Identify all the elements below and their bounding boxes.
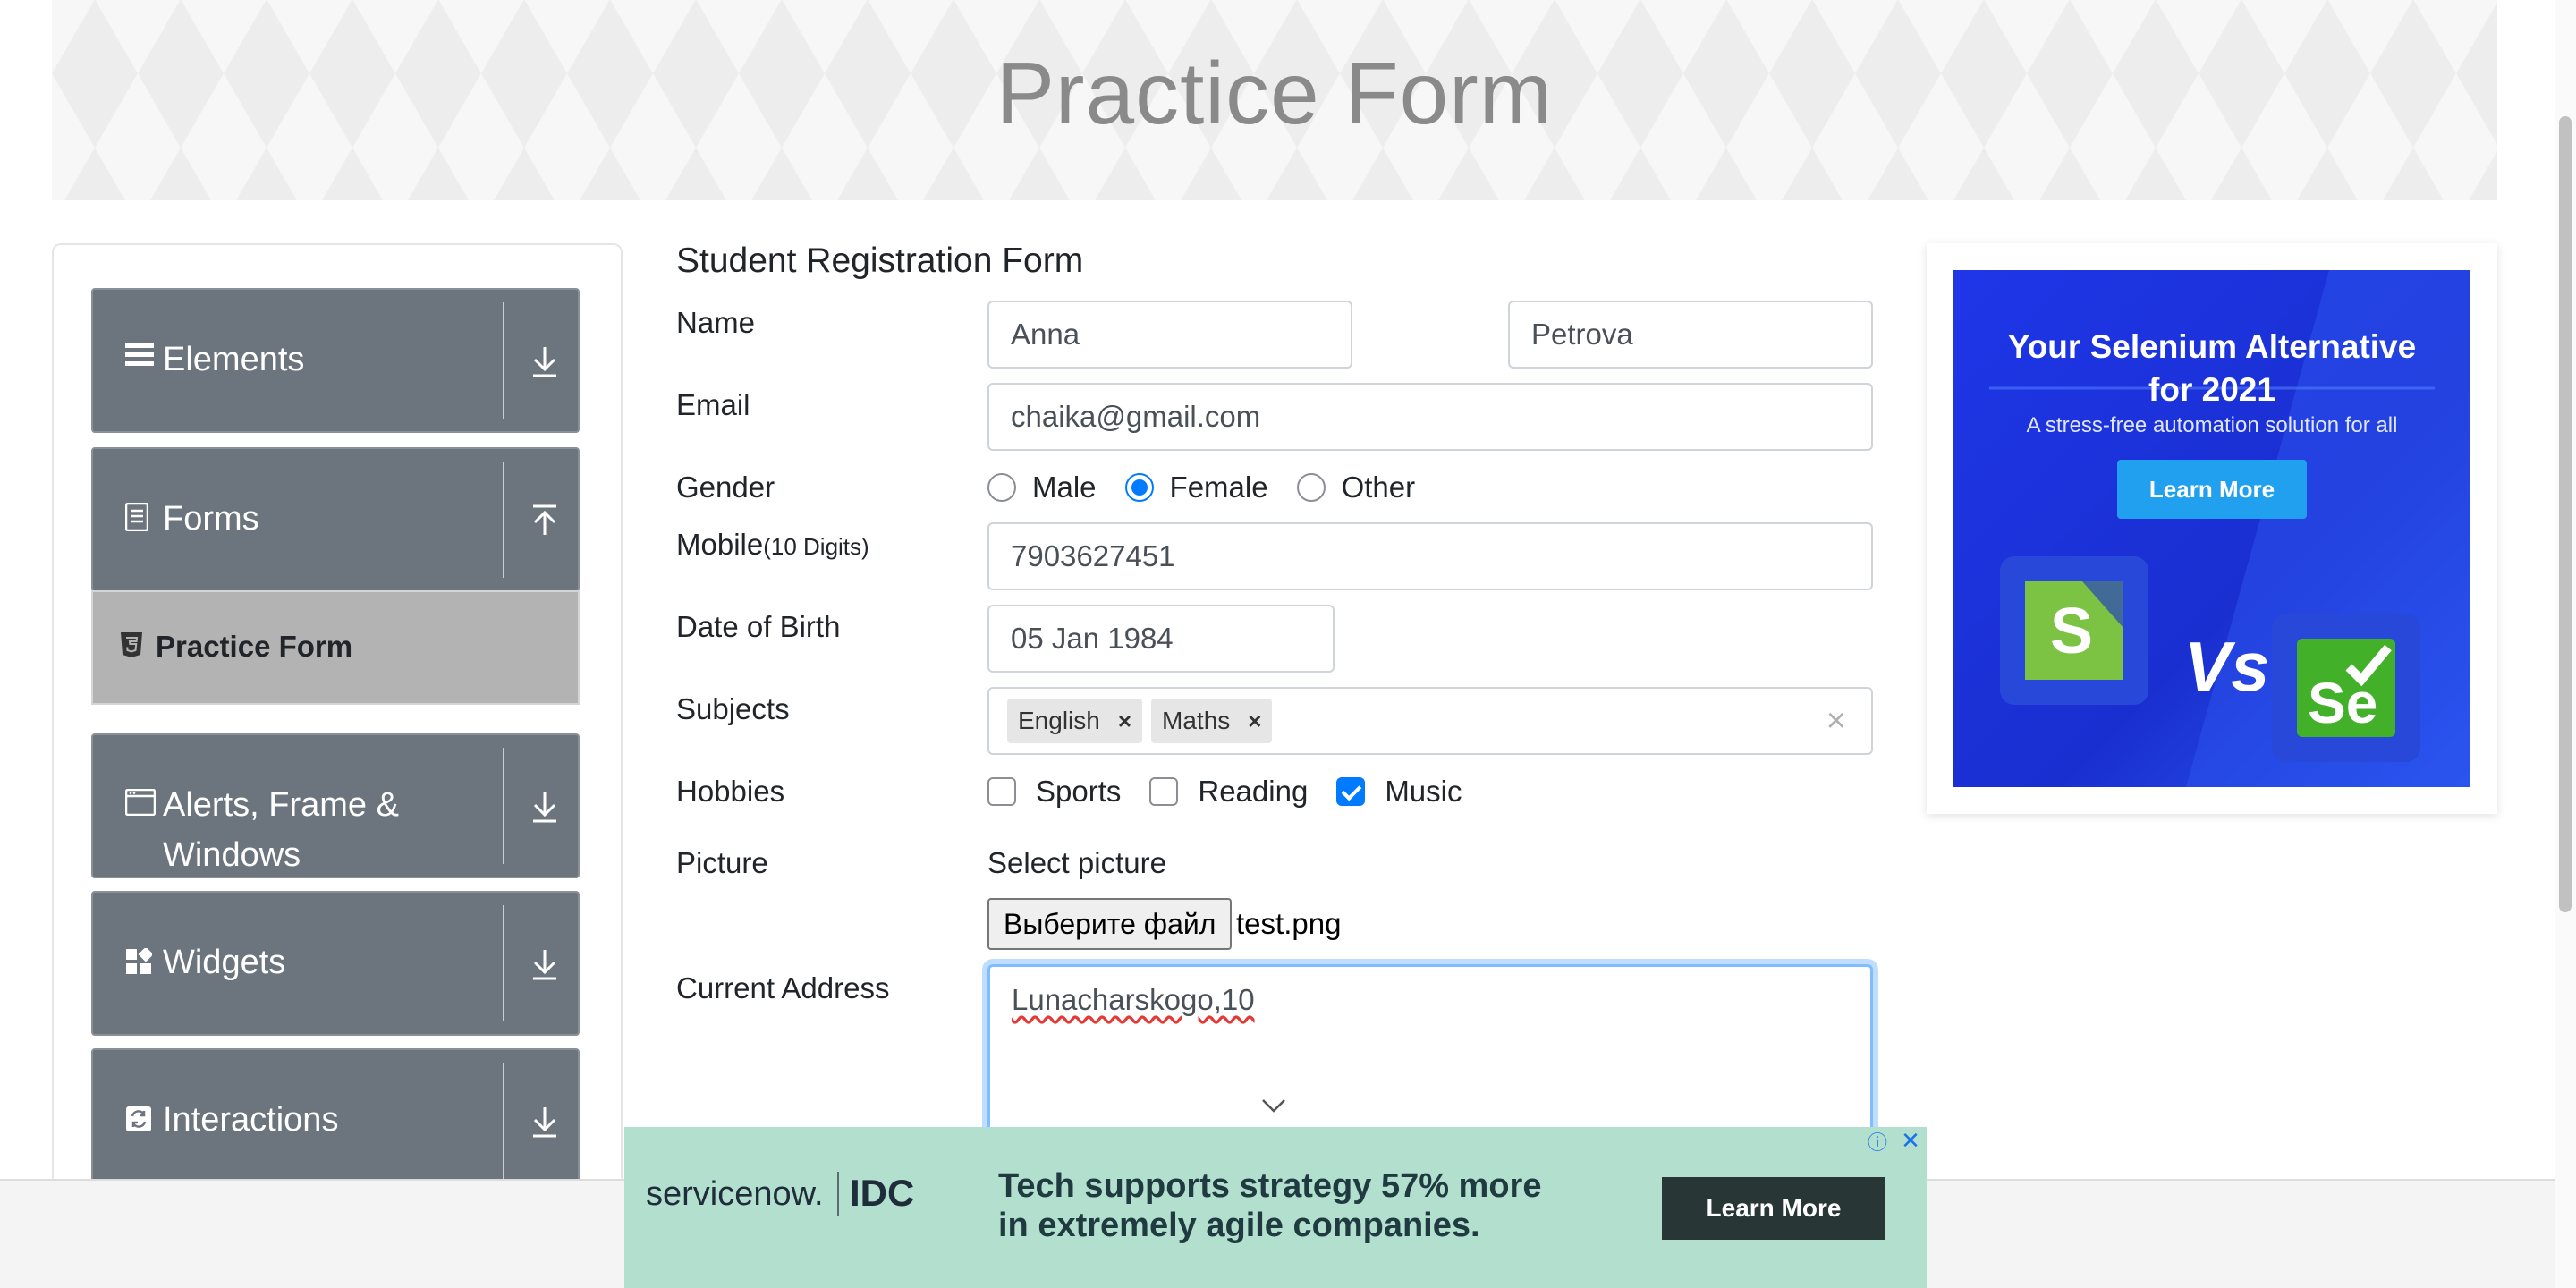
ad-headline: Your Selenium Alternative for 2021: [2007, 328, 2417, 408]
sidebar-advertisement[interactable]: Your Selenium Alternative for 2021 A stre…: [1927, 243, 2497, 814]
page-title: Practice Form: [996, 44, 1554, 142]
current-address-label: Current Address: [676, 971, 890, 1004]
sidebar-group-label: Alerts, Frame & Windows: [163, 786, 399, 874]
hobby-option-reading[interactable]: Reading: [1149, 775, 1308, 809]
subject-tag: English ×: [1007, 699, 1143, 743]
html5-icon: [120, 631, 143, 658]
name-label: Name: [676, 306, 756, 339]
ad-learn-more-button[interactable]: Learn More: [2117, 460, 2307, 519]
mobile-input[interactable]: 7903627451: [987, 522, 1873, 590]
subjects-label: Subjects: [676, 692, 790, 725]
widgets-icon: [125, 946, 154, 982]
ad-brand-logo: servicenow.: [646, 1175, 824, 1213]
radio-button[interactable]: [1124, 473, 1154, 502]
checkbox[interactable]: [987, 777, 1016, 806]
upload-icon: [524, 501, 565, 542]
sidebar-group-label: Elements: [163, 341, 305, 378]
gender-radio-group: Male Female Other: [987, 465, 1444, 510]
katalon-logo-icon: S: [2000, 556, 2148, 705]
ad-close-icon[interactable]: ✕: [1896, 1127, 1925, 1156]
sidebar-group-label: Forms: [163, 500, 259, 538]
checkbox[interactable]: [1336, 777, 1366, 806]
download-icon: [524, 787, 565, 828]
bottom-advertisement[interactable]: servicenow. IDC Tech supports strategy 5…: [624, 1127, 1927, 1288]
email-input[interactable]: chaika@gmail.com: [987, 383, 1873, 451]
radio-button[interactable]: [987, 473, 1016, 502]
hobby-option-music[interactable]: Music: [1336, 775, 1462, 809]
gender-option-male[interactable]: Male: [987, 470, 1097, 504]
ad-bottom-text: Tech supports strategy 57% more in extrem…: [998, 1167, 1542, 1244]
sidebar-group-label: Interactions: [163, 1101, 339, 1139]
subject-tag: Maths ×: [1151, 699, 1273, 743]
sidebar-group-widgets[interactable]: Widgets: [91, 891, 580, 1036]
svg-text:S: S: [2050, 596, 2093, 667]
ad-subtitle: A stress-free automation solution for al…: [2026, 413, 2398, 437]
subjects-input[interactable]: English × Maths × ×: [987, 687, 1873, 755]
ad-info-icon[interactable]: ⓘ: [1868, 1127, 1896, 1156]
sidebar-item-label: Practice Form: [156, 630, 353, 663]
mobile-label: Mobile(10 Digits): [676, 528, 869, 561]
sidebar-group-alerts-frame-windows[interactable]: Alerts, Frame & Windows: [91, 733, 580, 878]
chevron-down-icon[interactable]: [1259, 1097, 1288, 1119]
date-of-birth-input[interactable]: 05 Jan 1984: [987, 605, 1335, 673]
hamburger-icon: [125, 340, 154, 376]
window-icon: [124, 788, 157, 823]
first-name-input[interactable]: Anna: [987, 301, 1352, 369]
date-of-birth-label: Date of Birth: [676, 610, 841, 643]
select-picture-label: Select picture: [987, 846, 1166, 879]
picture-label: Picture: [676, 846, 768, 879]
download-icon: [524, 342, 565, 383]
radio-button[interactable]: [1296, 473, 1326, 502]
form-title: Student Registration Form: [676, 242, 1084, 280]
scrollbar-thumb[interactable]: [2559, 116, 2572, 912]
selected-file-name: test.png: [1236, 907, 1342, 940]
remove-tag-icon[interactable]: ×: [1118, 689, 1131, 753]
ad-bottom-learn-more-button[interactable]: Learn More: [1662, 1177, 1885, 1240]
page-scrollbar[interactable]: [2555, 0, 2576, 1288]
sidebar-group-forms[interactable]: Forms: [91, 447, 580, 592]
interactions-icon: [125, 1106, 152, 1140]
download-icon: [524, 945, 565, 986]
document-icon: [124, 502, 149, 538]
versus-text: Vs: [2184, 627, 2270, 706]
gender-option-other[interactable]: Other: [1296, 470, 1415, 504]
hobbies-label: Hobbies: [676, 775, 785, 808]
remove-tag-icon[interactable]: ×: [1248, 689, 1261, 753]
ad-brand-logo-idc: IDC: [850, 1172, 915, 1214]
download-icon: [524, 1102, 565, 1143]
email-label: Email: [676, 388, 750, 421]
clear-subjects-icon[interactable]: ×: [1826, 689, 1846, 753]
hobby-option-sports[interactable]: Sports: [987, 775, 1121, 809]
hobbies-checkbox-group: Sports Reading Music: [987, 769, 1491, 814]
sidebar-group-label: Widgets: [163, 944, 286, 981]
left-navigation-panel: Elements Forms Practice Form Alerts, Fra…: [52, 243, 623, 1288]
page-banner: Practice Form: [52, 0, 2497, 200]
selenium-logo-icon: Se: [2272, 614, 2420, 762]
svg-text:Se: Se: [2308, 671, 2377, 735]
gender-option-female[interactable]: Female: [1124, 470, 1268, 504]
sidebar-item-practice-form[interactable]: Practice Form: [91, 590, 580, 705]
choose-file-button[interactable]: Выберите файл: [987, 898, 1233, 950]
sidebar-group-elements[interactable]: Elements: [91, 288, 580, 433]
checkbox[interactable]: [1149, 777, 1179, 806]
current-address-textarea[interactable]: Lunacharskogo,10: [987, 964, 1873, 1143]
last-name-input[interactable]: Petrova: [1508, 301, 1873, 369]
gender-label: Gender: [676, 470, 775, 504]
sidebar-group-interactions[interactable]: Interactions: [91, 1048, 580, 1193]
